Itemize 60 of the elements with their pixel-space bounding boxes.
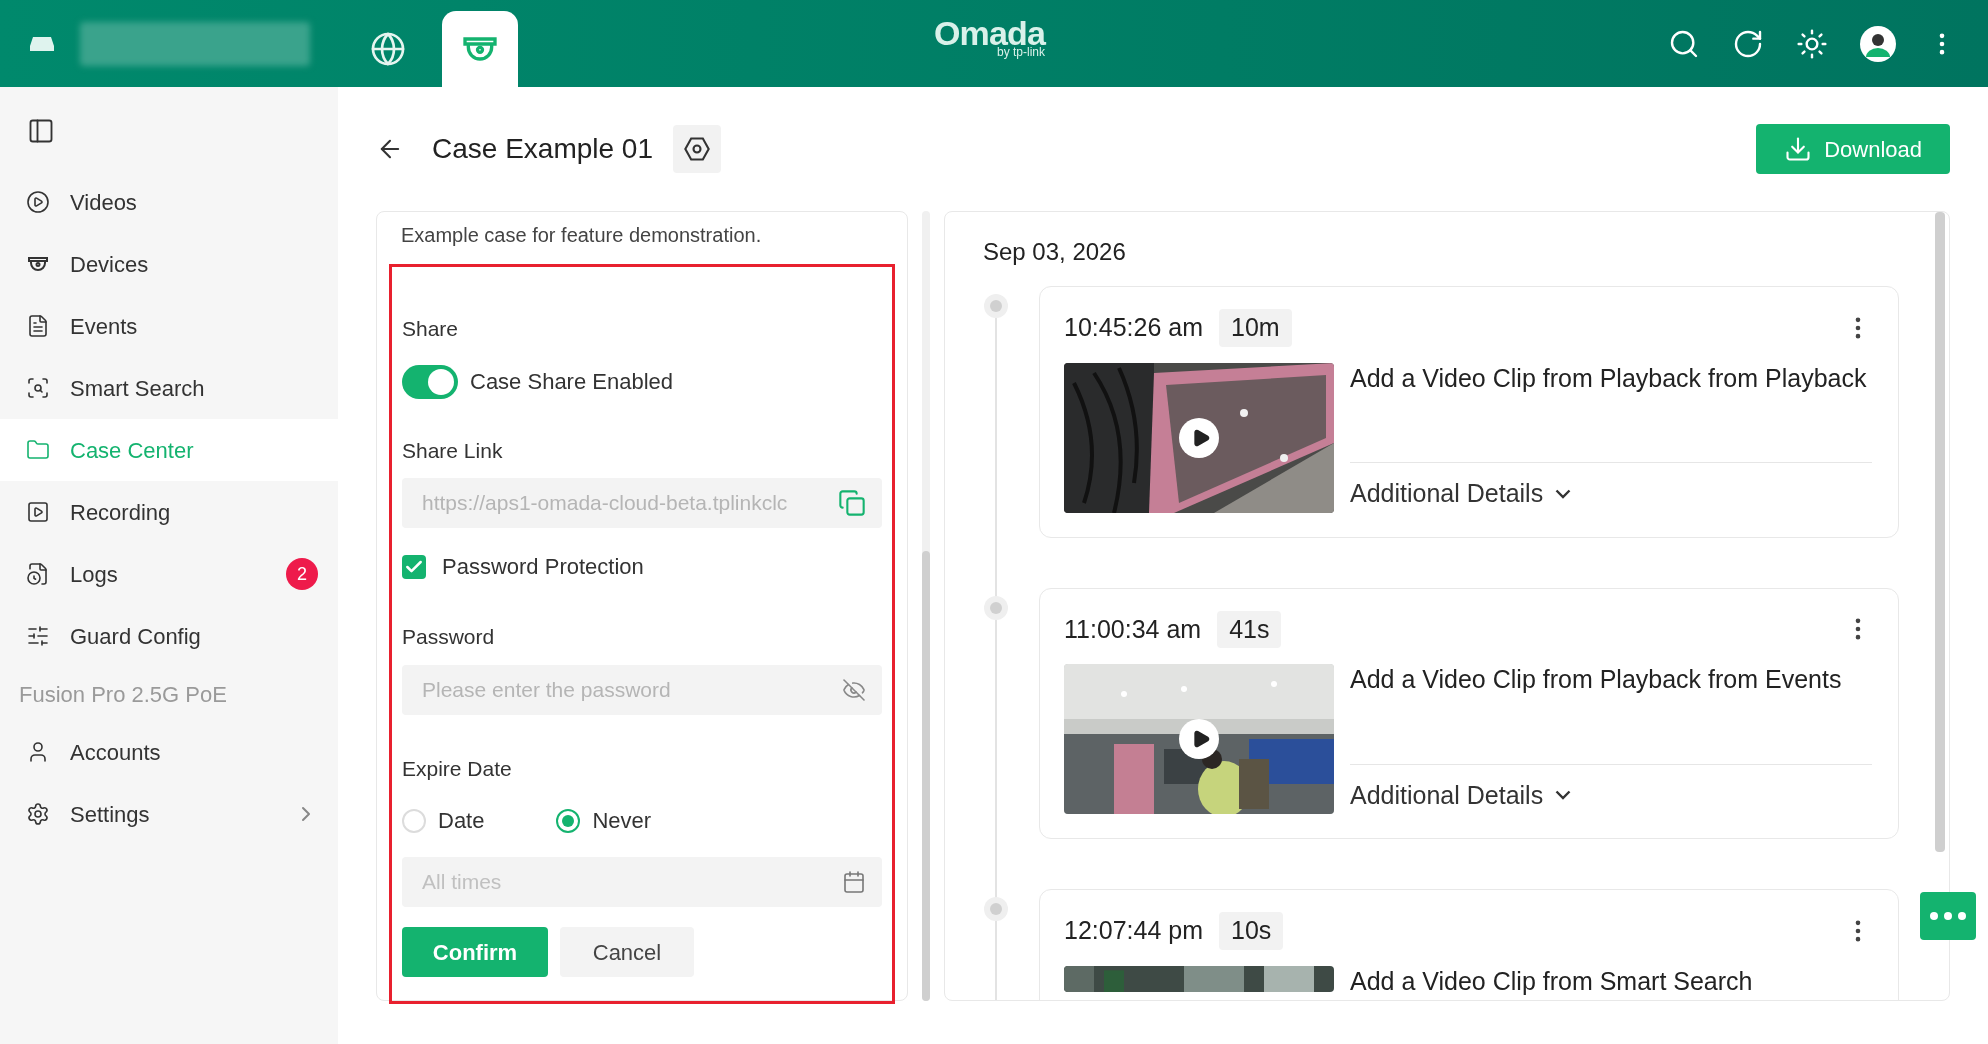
sidebar-item[interactable]: Devices [0,233,338,295]
toggle-switch[interactable] [402,364,458,399]
hexagon-icon [683,135,711,163]
folder-icon [26,438,50,462]
play-circle-icon [26,190,50,214]
duration-tag: 10m [1219,309,1292,347]
search-chart-icon [26,376,50,400]
clip-time: 11:00:34 am [1064,613,1202,645]
settings-button[interactable] [673,125,721,173]
sidebar-item[interactable]: Smart Search [0,357,338,419]
sidebar-item[interactable]: Logs 2 [0,543,338,605]
clip-time: 12:07:44 pm [1064,915,1203,946]
globe-icon [370,31,406,67]
password-protection-checkbox[interactable]: Password Protection [402,550,882,583]
details-toggle[interactable]: Additional Details [1350,776,1572,814]
case-description: Example case for feature demonstration. [400,223,763,248]
sliders-icon [26,624,50,648]
download-icon [1784,135,1813,163]
radio-option[interactable]: Never [556,804,652,837]
logo-subtitle: by tp-link [997,46,1045,58]
date-heading: Sep 03, 2026 [983,237,1127,267]
details-toggle[interactable]: Additional Details [1350,475,1572,513]
field-label: Share [402,316,460,342]
toggle-label: Case Share Enabled [470,368,674,396]
chevron-down-icon [1555,488,1572,499]
field-label: Password [402,624,496,650]
page-title: Case Example 01 [432,132,653,166]
scrollbar-thumb[interactable] [1935,212,1945,852]
eye-off-icon[interactable] [842,677,866,702]
cancel-button[interactable]: Cancel [560,927,694,977]
clip-time: 10:45:26 am [1064,312,1203,343]
avatar-icon[interactable] [1860,25,1896,62]
sidebar-item[interactable]: Guard Config [0,605,338,667]
calendar-icon[interactable] [842,870,866,894]
settings-icon [26,802,50,826]
video-frame-icon [26,500,50,524]
sidebar-item[interactable]: Videos [0,171,338,233]
chat-button[interactable] [1920,892,1976,940]
password-field[interactable]: Please enter the password [402,664,882,715]
sidebar-item[interactable]: Recording [0,481,338,543]
header-tab[interactable] [442,11,518,87]
sun-icon[interactable] [1796,27,1828,60]
sidebar-item[interactable]: Events [0,295,338,357]
duration-tag: 10s [1219,912,1284,950]
radio-option[interactable]: Date [402,804,485,837]
clip-title: Add a Video Clip from Smart Search [1350,965,1754,997]
field-label: Share Link [402,437,504,464]
sidebar-toggle-icon[interactable] [27,117,55,145]
section-label: Fusion Pro 2.5G PoE [18,680,228,709]
clip-title: Add a Video Clip from Playback from Events [1350,664,1843,695]
sidebar-item[interactable]: Settings [0,783,338,845]
clip-title: Add a Video Clip from Playback from Playback [1350,362,1868,394]
sidebar-item[interactable]: Accounts [0,721,338,783]
chevron-down-icon [1555,790,1572,801]
duration-tag: 41s [1217,610,1282,648]
scrollbar-thumb[interactable] [922,551,930,1001]
document-clock-icon [26,562,50,586]
document-icon [26,314,50,338]
field-label: Expire Date [402,755,513,782]
count-badge: 2 [286,558,318,590]
